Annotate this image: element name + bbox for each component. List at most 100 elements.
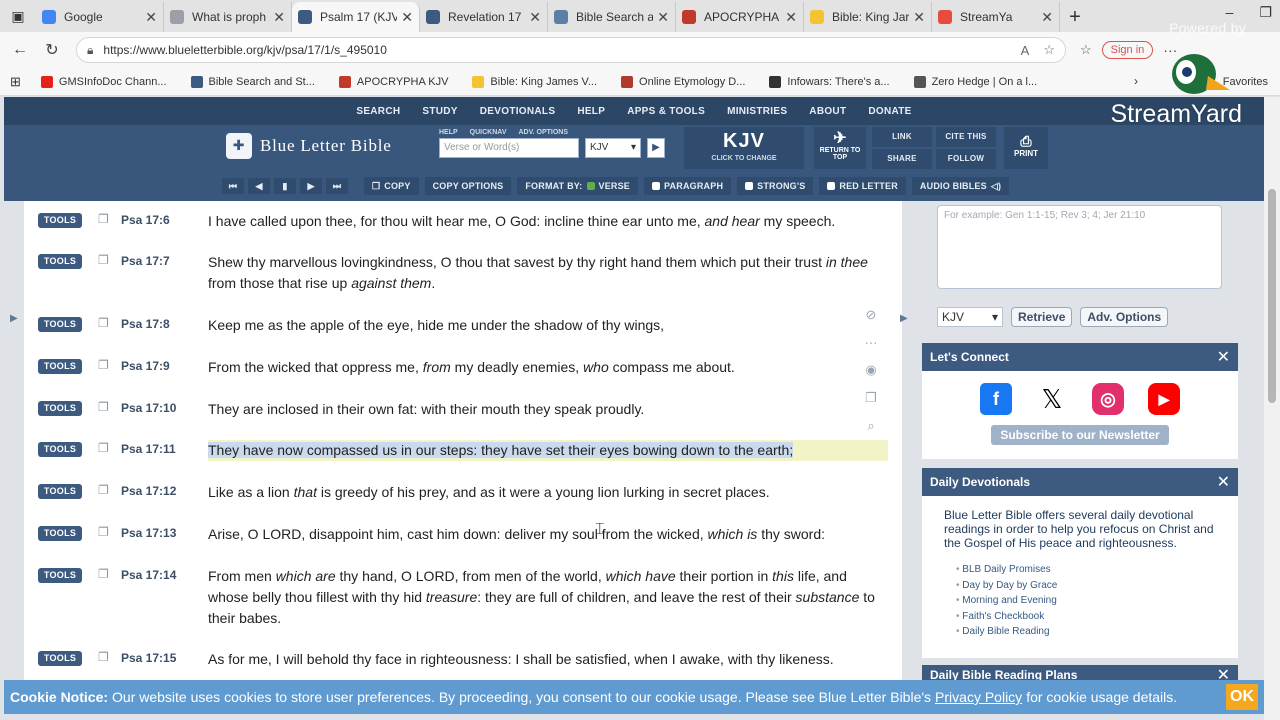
verse-copy-icon[interactable]: ❐ <box>98 525 109 539</box>
devotional-link[interactable]: BLB Daily Promises <box>956 562 1238 578</box>
tab-close-icon[interactable]: ✕ <box>145 9 157 26</box>
verse-tools-button[interactable]: TOOLS <box>38 401 82 416</box>
verse-reference[interactable]: Psa 17:15 <box>121 651 176 665</box>
browser-tab[interactable]: APOCRYPHA ✕ <box>676 2 804 32</box>
passage-version-select[interactable]: KJV ▾ <box>937 307 1003 327</box>
back-icon[interactable]: ← <box>4 41 36 59</box>
verse-reference[interactable]: Psa 17:6 <box>121 213 170 227</box>
verse-copy-icon[interactable]: ❐ <box>98 441 109 455</box>
next-chapter-icon[interactable]: ▶ <box>300 178 322 194</box>
strongs-toggle[interactable]: STRONG'S <box>737 177 814 195</box>
devotional-link[interactable]: Morning and Evening <box>956 593 1238 609</box>
verse-reference[interactable]: Psa 17:8 <box>121 317 170 331</box>
search-option-link[interactable]: QUICKNAV <box>470 129 507 136</box>
blb-nav-item[interactable]: DEVOTIONALS <box>480 106 556 117</box>
tab-close-icon[interactable]: ✕ <box>273 9 285 26</box>
format-paragraph-toggle[interactable]: PARAGRAPH <box>644 177 732 195</box>
share-button[interactable]: SHARE <box>872 149 932 169</box>
audio-bibles-button[interactable]: AUDIO BIBLES ◁) <box>911 177 1010 195</box>
devotional-link[interactable]: Day by Day by Grace <box>956 578 1238 594</box>
verse-tools-button[interactable]: TOOLS <box>38 568 82 583</box>
bookmark-item[interactable]: GMSInfoDoc Chann... <box>40 75 167 88</box>
refresh-icon[interactable]: ↻ <box>36 40 68 60</box>
first-chapter-icon[interactable]: ⏮ <box>222 178 244 194</box>
tab-close-icon[interactable]: ✕ <box>401 9 413 26</box>
devotional-link[interactable]: Daily Bible Reading <box>956 624 1238 640</box>
verse-copy-icon[interactable]: ❐ <box>98 650 109 664</box>
format-verse-toggle[interactable]: FORMAT BY: VERSE <box>517 177 639 195</box>
copy-page-icon[interactable]: ❐ <box>865 390 877 406</box>
chevron-right-icon[interactable]: › <box>1134 74 1138 88</box>
read-aloud-icon[interactable]: A <box>1021 43 1030 58</box>
bookmark-item[interactable]: Online Etymology D... <box>621 75 745 88</box>
collections-icon[interactable]: ☆ <box>1080 42 1092 58</box>
verse-tools-button[interactable]: TOOLS <box>38 484 82 499</box>
verse-tools-button[interactable]: TOOLS <box>38 317 82 332</box>
verse-search-input[interactable]: Verse or Word(s) <box>439 138 579 158</box>
verse-reference[interactable]: Psa 17:12 <box>121 484 176 498</box>
x-twitter-icon[interactable]: 𝕏 <box>1036 383 1068 415</box>
instagram-icon[interactable]: ◎ <box>1092 383 1124 415</box>
minimize-icon[interactable]: – <box>1226 4 1234 21</box>
devotional-link[interactable]: Faith's Checkbook <box>956 609 1238 625</box>
adv-options-button[interactable]: Adv. Options <box>1080 307 1169 327</box>
bookmark-item[interactable]: Infowars: There's a... <box>769 75 890 88</box>
return-to-top-button[interactable]: ✈︎ RETURN TO TOP <box>814 127 866 169</box>
verse-copy-icon[interactable]: ❐ <box>98 253 109 267</box>
blb-nav-item[interactable]: ABOUT <box>809 106 846 117</box>
apps-icon[interactable]: ⊞ <box>10 74 21 90</box>
change-version-button[interactable]: KJV CLICK TO CHANGE <box>684 127 804 169</box>
blb-nav-item[interactable]: STUDY <box>422 106 457 117</box>
blb-nav-item[interactable]: HELP <box>577 106 605 117</box>
facebook-icon[interactable]: f <box>980 383 1012 415</box>
tab-close-icon[interactable]: ✕ <box>529 9 541 26</box>
close-icon[interactable]: ✕ <box>1217 347 1230 367</box>
browser-tab[interactable]: Bible: King Jar ✕ <box>804 2 932 32</box>
search-icon[interactable]: ⌕ <box>867 418 874 434</box>
cite-this-button[interactable]: CITE THIS <box>936 127 996 147</box>
print-button[interactable]: ⎙ PRINT <box>1004 127 1048 169</box>
verse-tools-button[interactable]: TOOLS <box>38 651 82 666</box>
copy-button[interactable]: ❐ COPY <box>364 177 419 195</box>
close-icon[interactable]: ✕ <box>1217 472 1230 492</box>
version-select[interactable]: KJV ▾ <box>585 138 641 158</box>
previous-chapter-icon[interactable]: ◀ <box>248 178 270 194</box>
verse-copy-icon[interactable]: ❐ <box>98 400 109 414</box>
search-option-link[interactable]: HELP <box>439 129 458 136</box>
red-letter-toggle[interactable]: RED LETTER <box>819 177 906 195</box>
retrieve-button[interactable]: Retrieve <box>1011 307 1073 327</box>
blb-nav-item[interactable]: SEARCH <box>356 106 400 117</box>
blb-nav-item[interactable]: APPS & TOOLS <box>627 106 705 117</box>
bookmark-item[interactable]: APOCRYPHA KJV <box>338 75 448 88</box>
search-go-button[interactable]: ▶ <box>647 138 665 158</box>
tab-close-icon[interactable]: ✕ <box>913 9 925 26</box>
verse-copy-icon[interactable]: ❐ <box>98 212 109 226</box>
verse-reference[interactable]: Psa 17:10 <box>121 401 176 415</box>
newsletter-button[interactable]: Subscribe to our Newsletter <box>991 425 1169 445</box>
copy-options-button[interactable]: COPY OPTIONS <box>424 177 512 195</box>
verse-copy-icon[interactable]: ❐ <box>98 567 109 581</box>
verse-copy-icon[interactable]: ❐ <box>98 316 109 330</box>
follow-button[interactable]: FOLLOW <box>936 149 996 169</box>
verse-tools-button[interactable]: TOOLS <box>38 213 82 228</box>
blb-nav-item[interactable]: DONATE <box>868 106 911 117</box>
verse-tools-button[interactable]: TOOLS <box>38 526 82 541</box>
page-scrollbar[interactable] <box>1264 97 1280 720</box>
bookmark-item[interactable]: Bible Search and St... <box>190 75 315 88</box>
privacy-policy-link[interactable]: Privacy Policy <box>935 689 1022 705</box>
verse-reference[interactable]: Psa 17:9 <box>121 359 170 373</box>
browser-tab[interactable]: Google ✕ <box>36 2 164 32</box>
browser-tab[interactable]: Revelation 17 ✕ <box>420 2 548 32</box>
tab-close-icon[interactable]: ✕ <box>785 9 797 26</box>
verse-reference[interactable]: Psa 17:7 <box>121 254 170 268</box>
collapse-left-icon[interactable]: ▶ <box>10 313 18 324</box>
browser-tab[interactable]: Psalm 17 (KJV ✕ <box>292 2 420 32</box>
scrollbar-thumb[interactable] <box>1268 189 1276 403</box>
search-option-link[interactable]: ADV. OPTIONS <box>519 129 569 136</box>
browser-tab[interactable]: Bible Search a ✕ <box>548 2 676 32</box>
collapse-right-icon[interactable]: ▶ <box>900 313 908 324</box>
hide-icon[interactable]: ⊘ <box>866 307 877 323</box>
verse-reference[interactable]: Psa 17:11 <box>121 442 176 456</box>
bookmark-item[interactable]: Zero Hedge | On a l... <box>913 75 1037 88</box>
browser-tab[interactable]: StreamYa ✕ <box>932 2 1060 32</box>
